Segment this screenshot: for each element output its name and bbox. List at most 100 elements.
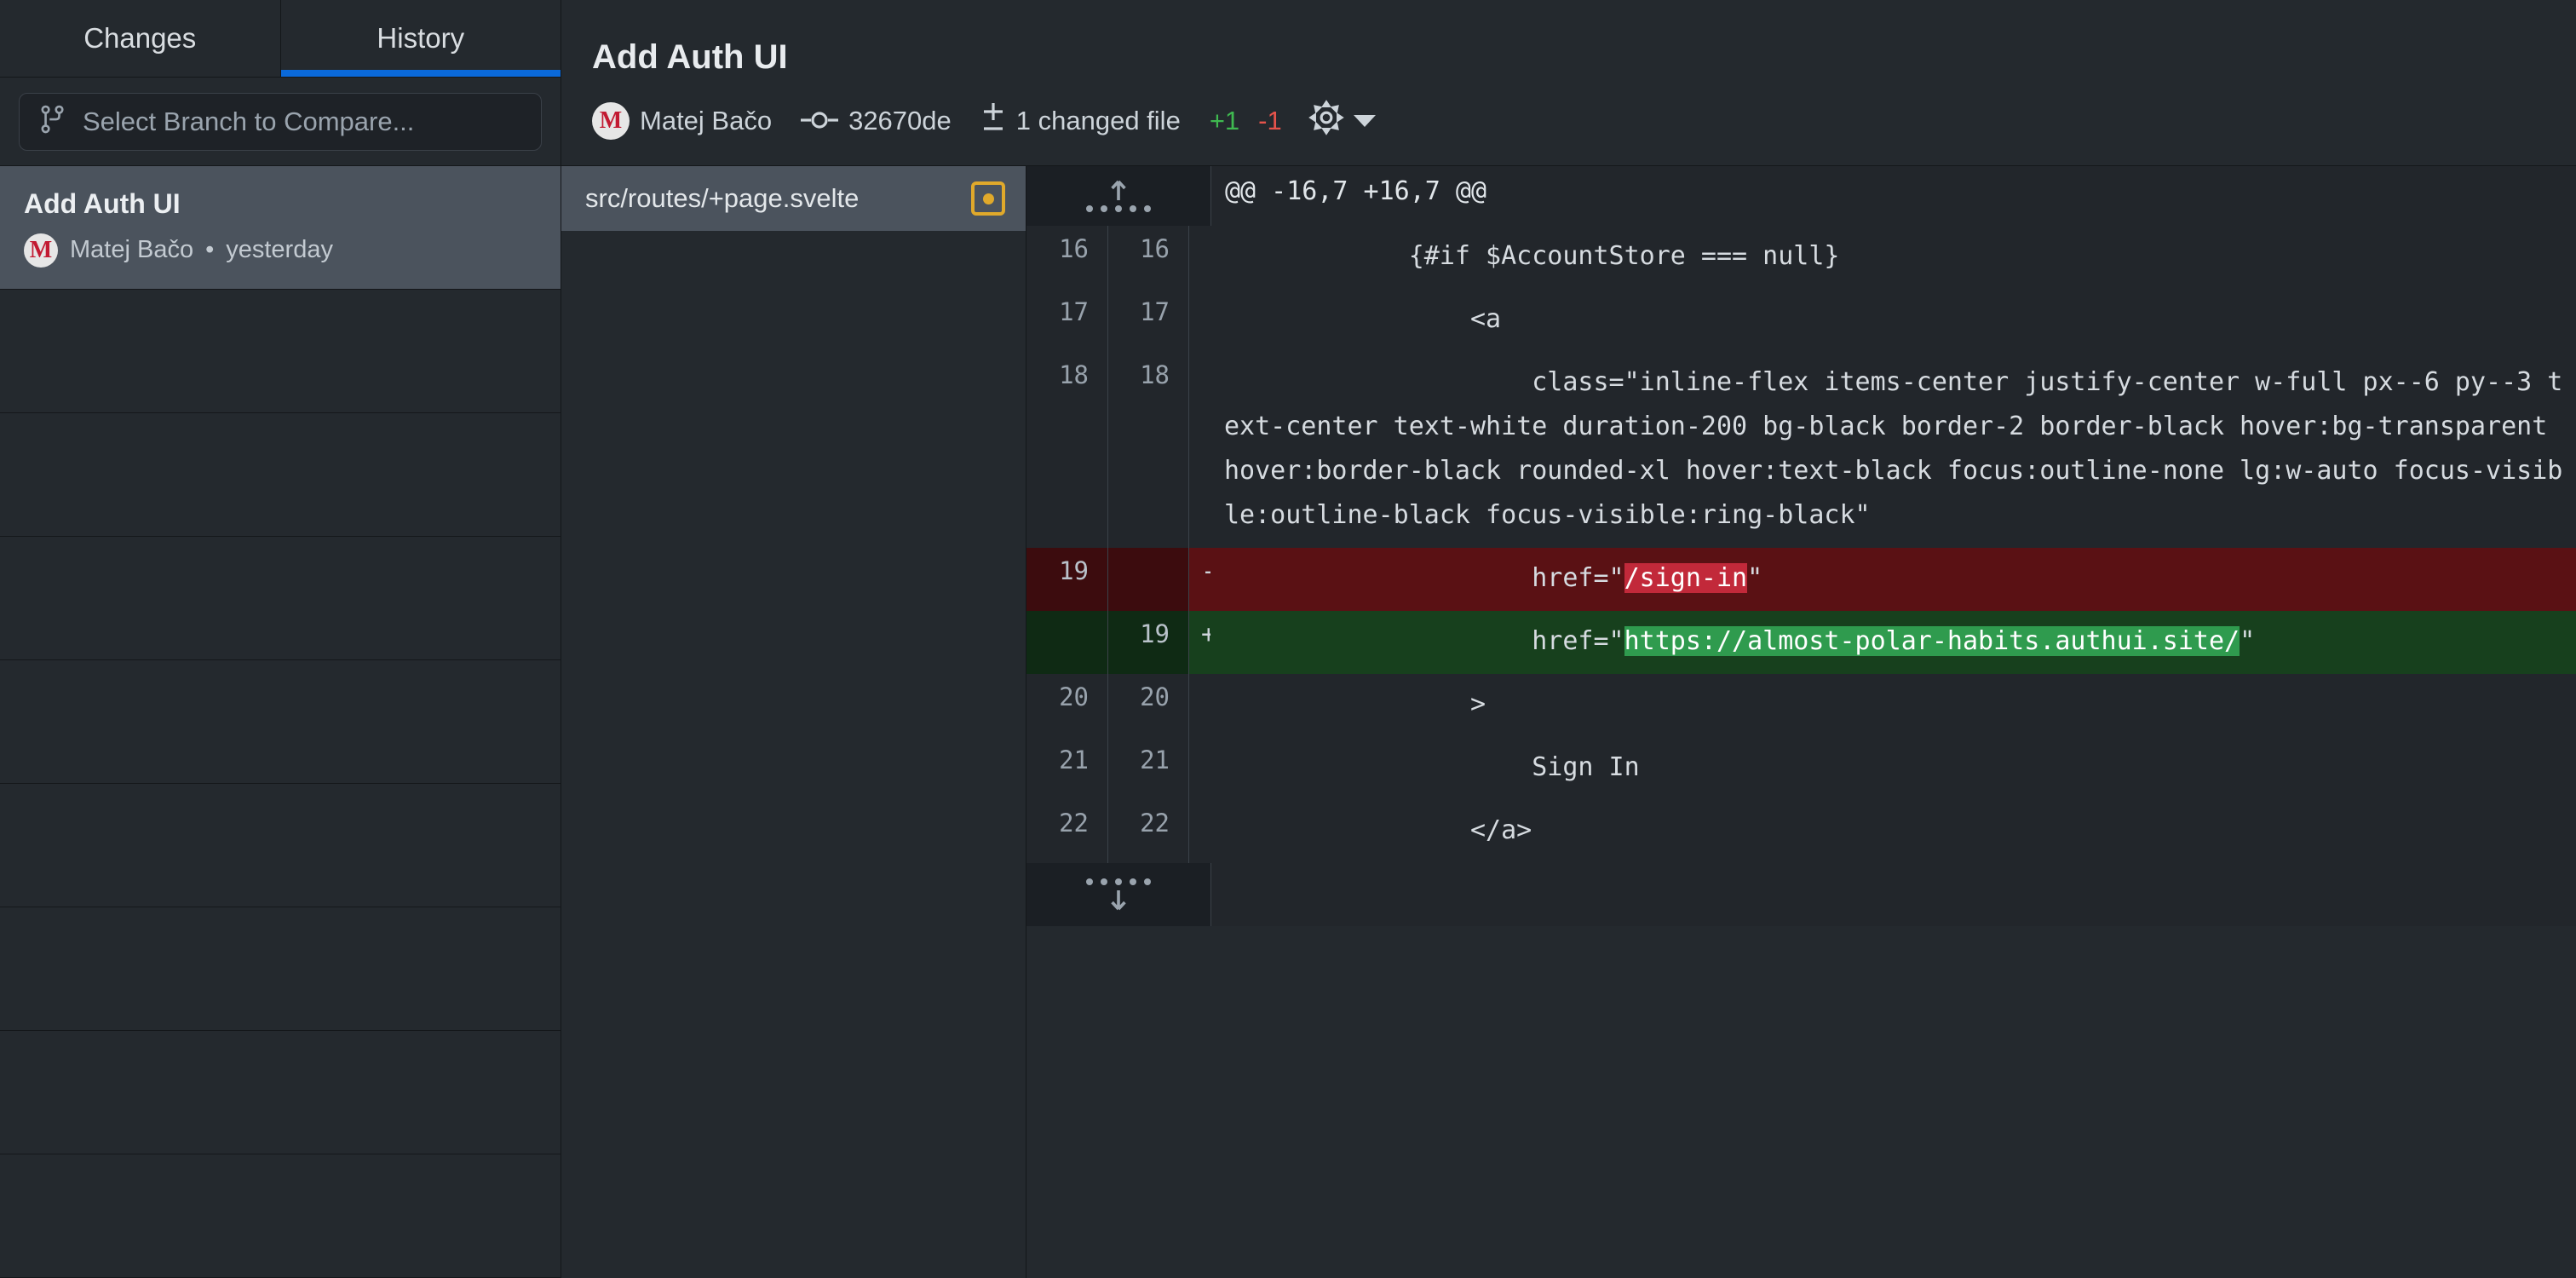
commit-meta: M Matej Bačo • yesterday xyxy=(24,233,537,268)
commit-title: Add Auth UI xyxy=(24,188,537,220)
file-path: src/routes/+page.svelte xyxy=(585,183,859,214)
diff-line-context[interactable]: 21 21 Sign In xyxy=(1026,737,2576,800)
tab-history[interactable]: History xyxy=(281,0,561,78)
line-sign: + xyxy=(1188,611,1210,674)
commit-list-placeholder-row xyxy=(0,413,561,537)
diff-line-context[interactable]: 16 16 {#if $AccountStore === null} xyxy=(1026,226,2576,289)
commit-list-placeholder-row xyxy=(0,907,561,1031)
tab-changes-label: Changes xyxy=(83,22,196,55)
commit-hash: 32670de xyxy=(848,106,952,136)
sidebar: Changes History Select Branch to Compare xyxy=(0,0,561,1278)
git-client-window: Changes History Select Branch to Compare xyxy=(0,0,2576,1278)
gear-icon xyxy=(1308,99,1345,143)
commit-node-icon xyxy=(801,106,838,136)
diff-line-context[interactable]: 17 17 <a xyxy=(1026,289,2576,352)
file-status-modified-icon xyxy=(971,181,1005,216)
line-sign: - xyxy=(1188,548,1210,611)
line-number-new: 21 xyxy=(1107,737,1188,800)
tab-history-label: History xyxy=(377,22,464,55)
line-code-prefix: href=" xyxy=(1224,626,1624,656)
diff-stat-icon xyxy=(980,101,1006,141)
diff-options-button[interactable] xyxy=(1308,99,1376,143)
commit-author: Matej Bačo xyxy=(70,236,193,264)
diff-line-context[interactable]: 18 18 class="inline-flex items-center ju… xyxy=(1026,352,2576,548)
diff-line-context[interactable]: 20 20 > xyxy=(1026,674,2576,737)
avatar: M xyxy=(592,102,630,140)
changed-file-list[interactable]: src/routes/+page.svelte xyxy=(561,166,1026,1278)
changed-files-group: 1 changed file xyxy=(980,101,1181,141)
line-code: href="/sign-in" xyxy=(1210,548,2576,611)
deletions-count: -1 xyxy=(1258,106,1282,136)
expand-down-button[interactable] xyxy=(1026,863,1210,926)
line-sign xyxy=(1188,352,1210,548)
branch-select-placeholder: Select Branch to Compare... xyxy=(83,106,414,137)
avatar: M xyxy=(24,233,58,268)
line-code: <a xyxy=(1210,289,2576,352)
line-number-new: 22 xyxy=(1107,800,1188,863)
line-code: </a> xyxy=(1210,800,2576,863)
hunk-header-row: @@ -16,7 +16,7 @@ xyxy=(1026,166,2576,226)
expand-up-button[interactable] xyxy=(1026,166,1210,226)
line-number-old: 19 xyxy=(1026,548,1107,611)
diff-empty-area xyxy=(1026,926,2576,1278)
commit-author-name: Matej Bačo xyxy=(640,106,772,136)
line-sign xyxy=(1188,800,1210,863)
line-number-old: 16 xyxy=(1026,226,1107,289)
page-title: Add Auth UI xyxy=(592,38,2545,77)
branch-icon xyxy=(40,105,66,138)
diff-line-added[interactable]: 19 + href="https://almost-polar-habits.a… xyxy=(1026,611,2576,674)
hunk-header-text: @@ -16,7 +16,7 @@ xyxy=(1210,166,2576,226)
diff-body: src/routes/+page.svelte xyxy=(561,166,2576,1278)
select-branch-to-compare-button[interactable]: Select Branch to Compare... xyxy=(19,93,542,151)
line-code-removed-highlight: /sign-in xyxy=(1624,563,1748,593)
meta-separator: • xyxy=(205,236,214,264)
additions-count: +1 xyxy=(1210,106,1239,136)
line-code-suffix: " xyxy=(2240,626,2255,656)
expand-down-icon xyxy=(1086,878,1151,911)
tab-changes[interactable]: Changes xyxy=(0,0,281,78)
line-number-old xyxy=(1026,611,1107,674)
line-number-new: 16 xyxy=(1107,226,1188,289)
line-sign xyxy=(1188,737,1210,800)
line-code: {#if $AccountStore === null} xyxy=(1210,226,2576,289)
hunk-footer-filler xyxy=(1210,863,2576,926)
file-list-item[interactable]: src/routes/+page.svelte xyxy=(561,166,1026,231)
changed-file-count: 1 changed file xyxy=(1016,106,1181,136)
commit-list-placeholder-row xyxy=(0,1154,561,1278)
line-code: Sign In xyxy=(1210,737,2576,800)
commit-list-placeholder-row xyxy=(0,290,561,413)
commit-time: yesterday xyxy=(226,236,333,264)
commit-list[interactable]: Add Auth UI M Matej Bačo • yesterday xyxy=(0,166,561,1278)
commit-detail-header: Add Auth UI M Matej Bačo 32670de xyxy=(561,0,2576,166)
diff-lines: 16 16 {#if $AccountStore === null} 17 17… xyxy=(1026,226,2576,863)
line-code-prefix: href=" xyxy=(1224,563,1624,593)
commit-summary-row: M Matej Bačo 32670de xyxy=(592,99,2545,143)
commit-author-group: M Matej Bačo xyxy=(592,102,772,140)
line-number-old: 17 xyxy=(1026,289,1107,352)
branch-bar: Select Branch to Compare... xyxy=(0,78,561,166)
line-number-new: 20 xyxy=(1107,674,1188,737)
commit-hash-group[interactable]: 32670de xyxy=(801,106,952,136)
diff-line-removed[interactable]: 19 - href="/sign-in" xyxy=(1026,548,2576,611)
hunk-footer-row xyxy=(1026,863,2576,926)
line-sign xyxy=(1188,289,1210,352)
line-sign xyxy=(1188,674,1210,737)
diff-line-context[interactable]: 22 22 </a> xyxy=(1026,800,2576,863)
line-code-suffix: " xyxy=(1747,563,1762,593)
commit-list-placeholder-row xyxy=(0,537,561,660)
line-number-new xyxy=(1107,548,1188,611)
line-number-old: 20 xyxy=(1026,674,1107,737)
expand-up-icon xyxy=(1086,180,1151,212)
diff-viewer[interactable]: @@ -16,7 +16,7 @@ 16 16 {#if $AccountSto… xyxy=(1026,166,2576,1278)
line-code: href="https://almost-polar-habits.authui… xyxy=(1210,611,2576,674)
line-code: > xyxy=(1210,674,2576,737)
line-sign xyxy=(1188,226,1210,289)
line-code-added-highlight: https://almost-polar-habits.authui.site/ xyxy=(1624,626,2240,656)
line-number-old: 22 xyxy=(1026,800,1107,863)
commit-list-placeholder-row xyxy=(0,1031,561,1154)
line-code: class="inline-flex items-center justify-… xyxy=(1210,352,2576,548)
tab-bar: Changes History xyxy=(0,0,561,78)
commit-list-item[interactable]: Add Auth UI M Matej Bačo • yesterday xyxy=(0,166,561,290)
line-number-old: 18 xyxy=(1026,352,1107,548)
chevron-down-icon xyxy=(1354,115,1376,127)
